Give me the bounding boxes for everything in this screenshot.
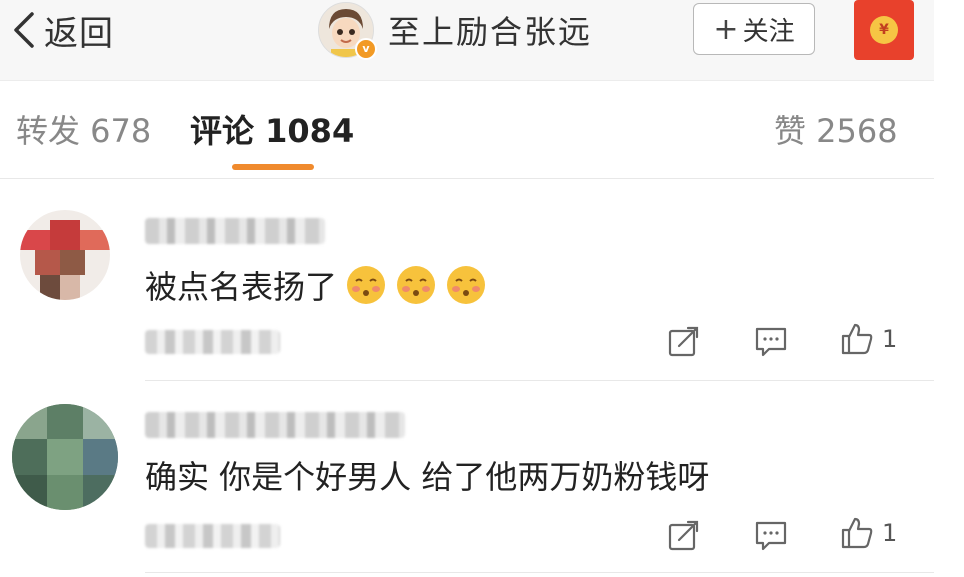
comment-text-label: 确实 你是个好男人 给了他两万奶粉钱呀 (145, 458, 710, 496)
verified-badge-icon: v (355, 38, 377, 60)
thumbs-up-icon (841, 323, 873, 355)
tab-repost[interactable]: 转发 678 (16, 106, 151, 152)
blush-kiss-emoji-icon (397, 266, 436, 304)
red-packet-button[interactable]: ¥ (854, 0, 914, 60)
like-button[interactable]: 1 (840, 516, 897, 550)
pixelated-avatar-icon (20, 210, 110, 300)
back-label: 返回 (44, 13, 114, 54)
tab-comment[interactable]: 评论 1084 (190, 106, 354, 152)
repost-button[interactable] (667, 518, 701, 552)
coin-icon: ¥ (870, 16, 898, 44)
comment-text: 确实 你是个好男人 给了他两万奶粉钱呀 (145, 452, 709, 498)
avatar[interactable] (20, 210, 110, 300)
reply-button[interactable] (754, 324, 788, 358)
like-button[interactable]: 1 (840, 322, 897, 356)
tab-bar: 转发 678 评论 1084 赞 2568 (0, 96, 934, 176)
timestamp-blurred (145, 330, 280, 354)
blush-kiss-emoji-icon (447, 266, 486, 304)
comment-icon (755, 521, 787, 551)
follow-button[interactable]: + 关注 (693, 3, 815, 55)
timestamp-blurred (145, 524, 280, 548)
pixelated-avatar-icon (12, 404, 118, 510)
thumbs-up-icon (841, 517, 873, 549)
active-tab-indicator (232, 164, 314, 170)
back-button[interactable]: 返回 (10, 6, 114, 54)
tab-like[interactable]: 赞 2568 (774, 106, 898, 152)
comment-text-label: 被点名表扬了 (145, 268, 338, 306)
reply-button[interactable] (754, 518, 788, 552)
share-icon (668, 520, 699, 551)
like-count: 1 (882, 325, 898, 353)
comment-text: 被点名表扬了 (145, 262, 487, 308)
top-bar: 返回 至上励合张远 v + 关注 ¥ (0, 0, 934, 81)
plus-icon: + (713, 11, 739, 47)
divider (145, 572, 934, 573)
like-count: 1 (882, 519, 898, 547)
blush-kiss-emoji-icon (347, 266, 386, 304)
divider (145, 380, 934, 381)
share-icon (668, 326, 699, 357)
username-blurred[interactable] (145, 412, 405, 438)
avatar[interactable] (12, 404, 118, 510)
comment-icon (755, 327, 787, 357)
repost-button[interactable] (667, 324, 701, 358)
follow-label: 关注 (742, 16, 795, 47)
chevron-left-icon (14, 12, 34, 48)
divider (0, 178, 934, 179)
username-blurred[interactable] (145, 218, 325, 244)
page-title: 至上励合张远 (388, 13, 593, 51)
weibo-comment-page: 返回 至上励合张远 v + 关注 ¥ 转发 678 评论 1084 赞 2568… (0, 0, 964, 577)
